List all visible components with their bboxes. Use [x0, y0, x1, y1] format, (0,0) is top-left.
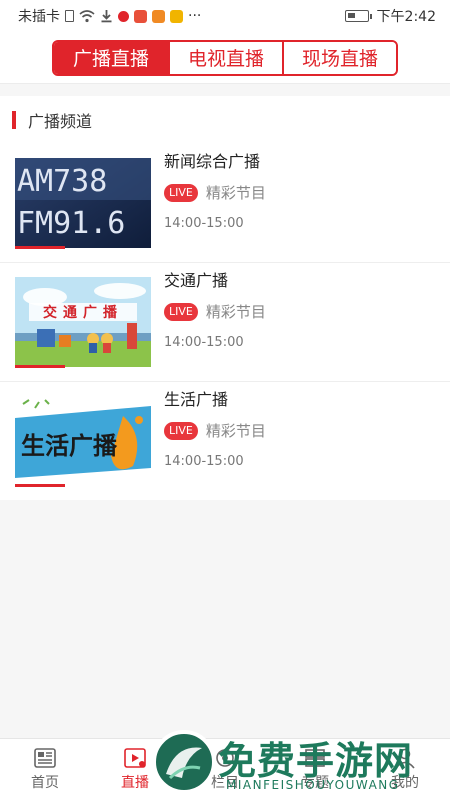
- watermark-logo: [152, 730, 216, 794]
- tab-home-label: 首页: [31, 775, 59, 791]
- tab-live-label: 直播: [121, 775, 149, 791]
- tab-tv-live[interactable]: 电视直播: [168, 41, 282, 74]
- program-name: 精彩节目: [205, 184, 266, 202]
- tab-radio-live[interactable]: 广播直播: [54, 41, 168, 74]
- app-notification-icon: [152, 9, 165, 23]
- program-name: 精彩节目: [205, 422, 266, 440]
- thumbnail-progress-bar: [15, 246, 65, 249]
- thumb-title-text: 生活广播: [21, 431, 118, 460]
- live-badge: LIVE: [164, 302, 198, 321]
- live-badge: LIVE: [164, 421, 198, 440]
- sim-icon: [65, 10, 74, 22]
- channel-name: 生活广播: [164, 390, 229, 409]
- channel-thumbnail: 生活广播: [15, 396, 151, 486]
- channel-info: 生活广播 LIVE 精彩节目 14:00-15:00: [164, 382, 450, 501]
- app-notification-icon: [118, 10, 129, 22]
- channel-info: 新闻综合广播 LIVE 精彩节目 14:00-15:00: [164, 144, 450, 262]
- status-bar: 未插卡 ··· 下午2:42: [0, 0, 450, 32]
- thumbnail-progress-bar: [15, 484, 65, 487]
- app-notification-icon: [170, 9, 183, 23]
- clock: 下午2:42: [376, 9, 436, 25]
- channel-item[interactable]: 交通广播 交通广播 LIVE 精彩节目 14:00-15:00: [0, 263, 450, 382]
- status-right: 下午2:42: [344, 6, 436, 26]
- channel-name: 新闻综合广播: [164, 152, 261, 171]
- site-watermark: 免费手游网 MIANFEISHOUYOUWANG: [152, 726, 450, 800]
- thumbnail-progress-bar: [15, 365, 65, 368]
- live-type-tabs: 广播直播 电视直播 现场直播: [52, 39, 398, 76]
- wifi-icon: [79, 9, 95, 22]
- live-row: LIVE 精彩节目: [164, 301, 266, 322]
- download-icon: [101, 10, 112, 23]
- watermark-subtext: MIANFEISHOUYOUWANG: [226, 778, 400, 792]
- thumb-am-text: AM738: [17, 164, 107, 199]
- battery-tip: [369, 13, 372, 19]
- live-row: LIVE 精彩节目: [164, 182, 266, 203]
- more-notifications-icon: ···: [188, 8, 202, 24]
- live-row: LIVE 精彩节目: [164, 420, 266, 441]
- channel-info: 交通广播 LIVE 精彩节目 14:00-15:00: [164, 263, 450, 381]
- section-header: 广播频道: [0, 96, 450, 144]
- channel-item[interactable]: AM738 FM91.6 新闻综合广播 LIVE 精彩节目 14:00-15:0…: [0, 144, 450, 263]
- watermark-text: 免费手游网: [218, 739, 414, 783]
- tab-home[interactable]: 首页: [0, 739, 90, 800]
- channel-name: 交通广播: [164, 271, 229, 290]
- tab-onsite-live[interactable]: 现场直播: [282, 41, 396, 74]
- channel-list-panel: 广播频道 AM738 FM91.6 新闻综合广播 LIVE 精彩节目 14:00…: [0, 96, 450, 500]
- program-name: 精彩节目: [205, 303, 266, 321]
- section-title: 广播频道: [28, 112, 93, 131]
- news-icon: [34, 748, 56, 768]
- thumb-title-text: 交通广播: [43, 304, 123, 321]
- status-left: 未插卡 ···: [18, 6, 201, 26]
- channel-thumbnail: 交通广播: [15, 277, 151, 367]
- channel-item[interactable]: 生活广播 生活广播 LIVE 精彩节目 14:00-15:00: [0, 382, 450, 501]
- carrier-text: 未插卡: [18, 9, 60, 25]
- battery-icon: [344, 10, 369, 22]
- live-badge: LIVE: [164, 183, 198, 202]
- live-video-icon: [124, 748, 146, 768]
- app-notification-icon: [134, 9, 147, 23]
- program-time: 14:00-15:00: [164, 216, 244, 231]
- section-accent-bar: [12, 111, 16, 129]
- program-time: 14:00-15:00: [164, 454, 244, 469]
- program-time: 14:00-15:00: [164, 335, 244, 350]
- channel-thumbnail: AM738 FM91.6: [15, 158, 151, 248]
- header: 广播直播 电视直播 现场直播: [0, 32, 450, 84]
- thumb-fm-text: FM91.6: [17, 206, 125, 241]
